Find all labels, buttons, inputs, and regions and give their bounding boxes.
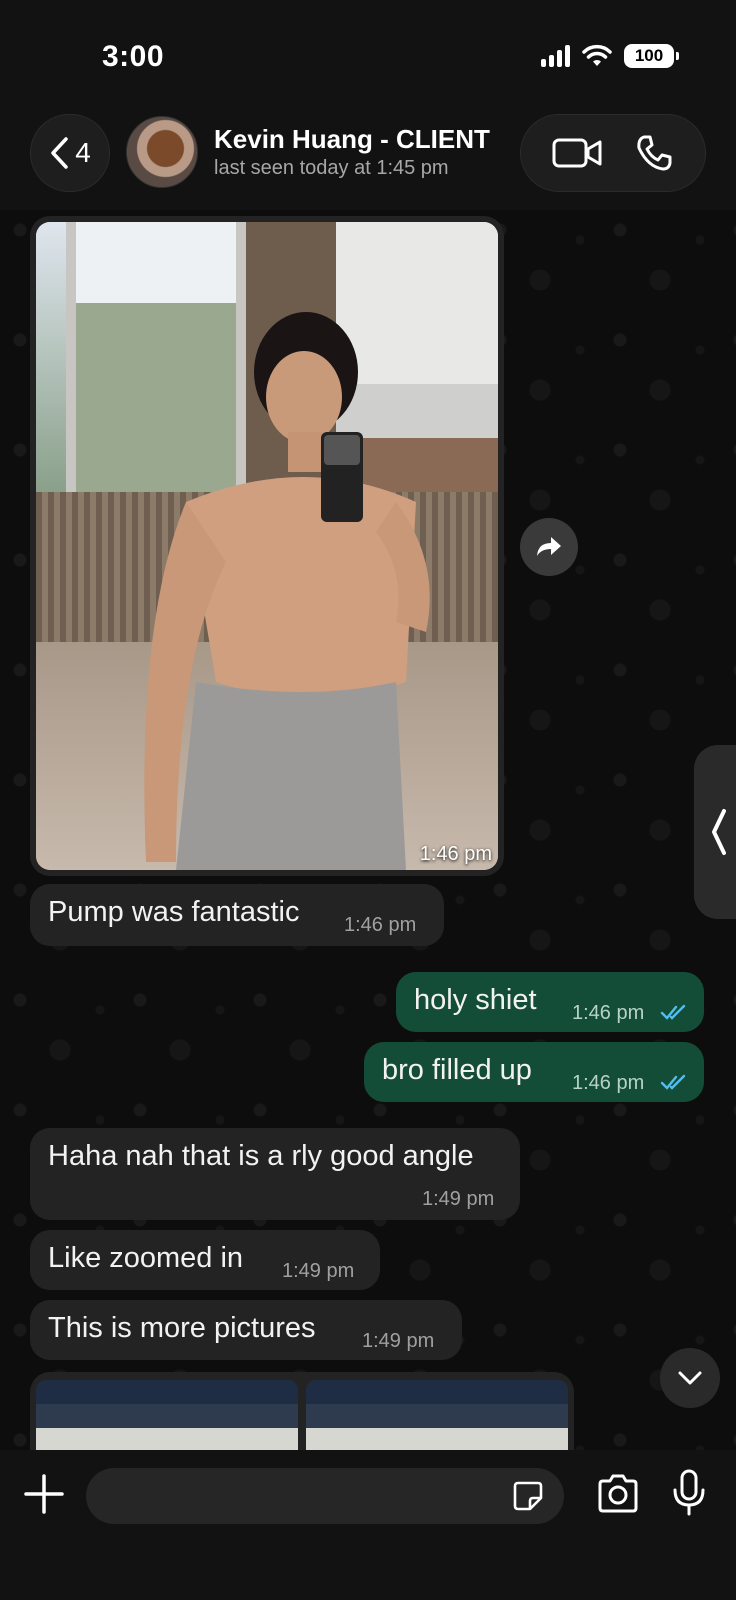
chevron-left-icon (712, 809, 726, 855)
message-bubble-incoming[interactable]: Like zoomed in 1:49 pm (30, 1230, 380, 1290)
read-receipt-icon (660, 1004, 686, 1020)
image-message[interactable]: 1:46 pm (30, 216, 504, 876)
microphone-icon[interactable] (672, 1468, 706, 1518)
message-text: Pump was fantastic (48, 896, 300, 928)
message-time: 1:49 pm (422, 1188, 495, 1210)
message-time: 1:46 pm (572, 1002, 645, 1024)
sticker-icon[interactable] (512, 1480, 544, 1512)
wifi-icon (582, 44, 612, 66)
message-text: holy shiet (414, 984, 537, 1016)
message-time: 1:49 pm (282, 1260, 355, 1282)
cellular-signal-icon (541, 45, 570, 67)
forward-button[interactable] (520, 518, 578, 576)
message-text: Haha nah that is a rly good angle (48, 1140, 474, 1172)
message-time: 1:46 pm (572, 1072, 645, 1094)
back-button[interactable]: 4 (30, 114, 110, 192)
scroll-to-bottom-button[interactable] (660, 1348, 720, 1408)
forward-icon (537, 537, 561, 556)
message-input-bar (0, 1450, 736, 1600)
status-bar: 3:00 100 (0, 0, 736, 110)
contact-name[interactable]: Kevin Huang - CLIENT (214, 124, 490, 155)
chat-header: 4 Kevin Huang - CLIENT last seen today a… (0, 110, 736, 210)
message-time: 1:46 pm (419, 843, 492, 865)
message-text: Like zoomed in (48, 1242, 244, 1274)
message-bubble-outgoing[interactable]: bro filled up 1:46 pm (364, 1042, 704, 1102)
status-time: 3:00 (102, 40, 165, 73)
message-time: 1:46 pm (344, 914, 417, 936)
gallery-thumbnail[interactable] (306, 1380, 568, 1452)
image-gallery-message[interactable] (30, 1372, 574, 1452)
message-text: This is more pictures (48, 1312, 316, 1344)
voice-call-icon[interactable] (634, 133, 674, 173)
read-receipt-icon (660, 1074, 686, 1090)
status-icons: 100 (541, 44, 679, 68)
avatar[interactable] (126, 116, 198, 188)
last-seen-status: last seen today at 1:45 pm (214, 157, 449, 179)
plus-icon[interactable] (22, 1472, 66, 1516)
unread-count: 4 (75, 137, 91, 168)
call-buttons (520, 114, 706, 192)
message-time: 1:49 pm (362, 1330, 435, 1352)
chevron-down-icon (678, 1371, 702, 1385)
message-bubble-incoming[interactable]: This is more pictures 1:49 pm (30, 1300, 462, 1360)
gallery-thumbnail[interactable] (36, 1380, 298, 1452)
video-call-icon[interactable] (552, 136, 604, 170)
side-panel-tab[interactable] (694, 745, 736, 919)
message-text: bro filled up (382, 1054, 532, 1086)
message-input[interactable] (86, 1468, 564, 1524)
message-bubble-incoming[interactable]: Pump was fantastic 1:46 pm (30, 884, 444, 946)
camera-icon[interactable] (596, 1472, 640, 1516)
battery-indicator: 100 (624, 44, 679, 68)
message-bubble-incoming[interactable]: Haha nah that is a rly good angle 1:49 p… (30, 1128, 520, 1220)
photo-selfie[interactable] (36, 222, 498, 870)
back-chevron-icon (51, 137, 68, 169)
message-bubble-outgoing[interactable]: holy shiet 1:46 pm (396, 972, 704, 1032)
person-figure (144, 312, 430, 870)
